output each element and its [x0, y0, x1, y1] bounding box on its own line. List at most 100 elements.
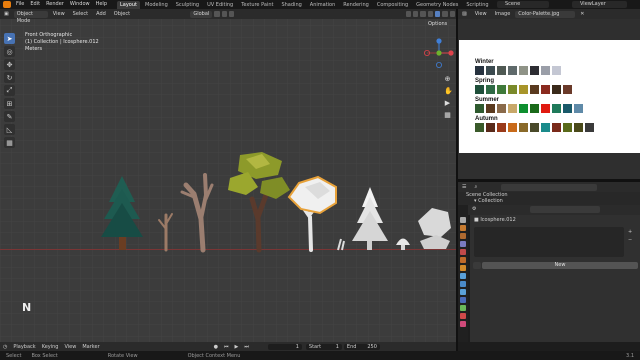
close-image-icon[interactable]: ✕	[577, 11, 587, 18]
tab-sculpting[interactable]: Sculpting	[173, 1, 202, 9]
snow-pine-model[interactable]	[352, 187, 388, 250]
mushroom-model[interactable]	[396, 238, 410, 251]
tab-modeling[interactable]: Modeling	[142, 1, 171, 9]
tab-scripting[interactable]: Scripting	[463, 1, 491, 9]
properties-tabs	[458, 205, 468, 342]
add-slot-icon[interactable]: +	[628, 229, 632, 235]
new-material-button[interactable]: New	[482, 262, 638, 269]
dead-tree-model[interactable]	[180, 173, 214, 253]
properties-editor-type-icon[interactable]: ⚙	[472, 206, 532, 213]
grass-sprout-model[interactable]	[337, 238, 345, 251]
timeline-header: ◷ Playback Keying View Marker ● ⏮ ▶ ⏭ 1 …	[0, 342, 456, 351]
hint-rotate-view: Rotate View	[107, 352, 138, 359]
view-layer-tab-icon[interactable]	[460, 241, 466, 247]
menu-image[interactable]: Image	[492, 11, 514, 18]
tool-tab-icon[interactable]	[460, 217, 466, 223]
modifier-tab-icon[interactable]	[460, 273, 466, 279]
menu-marker[interactable]: Marker	[79, 344, 102, 350]
color-swatch	[497, 66, 506, 75]
image-editor-type-icon[interactable]: ▨	[459, 11, 470, 18]
white-tree-model[interactable]	[287, 175, 337, 252]
pine-tree-model[interactable]	[101, 176, 143, 250]
jump-end-icon[interactable]: ⏭	[241, 344, 252, 350]
color-swatch	[563, 104, 572, 113]
play-icon[interactable]: ▶	[232, 344, 242, 350]
scene-objects	[101, 152, 451, 253]
outliner-type-icon[interactable]: ☰	[459, 184, 469, 191]
world-tab-icon[interactable]	[460, 257, 466, 263]
start-frame-field[interactable]: Start 1	[305, 343, 342, 350]
current-frame-field[interactable]: 1	[267, 343, 302, 350]
object-name-label: ■ Icosphere.012	[474, 217, 516, 223]
palette-swatch-row	[475, 123, 640, 132]
particles-tab-icon[interactable]	[460, 281, 466, 287]
color-swatch	[508, 123, 517, 132]
scene-tab-icon[interactable]	[460, 249, 466, 255]
menu-keying[interactable]: Keying	[39, 344, 62, 350]
outliner-header: ☰ ⌕	[458, 182, 640, 192]
view-layer-selector[interactable]: ViewLayer	[572, 1, 627, 8]
color-swatch	[530, 123, 539, 132]
tab-rendering[interactable]: Rendering	[340, 1, 372, 9]
color-swatch	[497, 123, 506, 132]
rock-model[interactable]	[418, 208, 451, 249]
material-tab-icon[interactable]	[460, 313, 466, 319]
menu-image-view[interactable]: View	[472, 11, 490, 18]
north-label: N	[22, 301, 32, 314]
scene-selector[interactable]: Scene	[497, 1, 549, 8]
menu-file[interactable]: File	[13, 0, 27, 9]
tab-uv-editing[interactable]: UV Editing	[204, 1, 236, 9]
tab-animation[interactable]: Animation	[307, 1, 339, 9]
palette-title-winter: Winter	[475, 59, 494, 65]
data-tab-icon[interactable]	[460, 305, 466, 311]
remove-slot-icon[interactable]: −	[628, 237, 632, 243]
scene-name: Scene	[505, 1, 521, 7]
tab-compositing[interactable]: Compositing	[374, 1, 411, 9]
color-swatch	[574, 104, 583, 113]
outliner-item-collection[interactable]: ▾ Collection	[458, 198, 640, 204]
color-swatch	[508, 66, 517, 75]
texture-tab-icon[interactable]	[460, 321, 466, 327]
color-swatch	[541, 123, 550, 132]
object-tab-icon[interactable]	[460, 265, 466, 271]
blender-logo-icon[interactable]	[3, 1, 11, 8]
menu-playback[interactable]: Playback	[10, 344, 38, 350]
menu-window[interactable]: Window	[67, 0, 93, 9]
jump-start-icon[interactable]: ⏮	[221, 344, 232, 350]
image-editor-header: ▨ View Image Color-Palette.jpg ✕	[458, 9, 640, 19]
color-swatch	[497, 85, 506, 94]
material-slot-list[interactable]	[474, 227, 624, 257]
physics-tab-icon[interactable]	[460, 289, 466, 295]
browse-material-icon[interactable]	[473, 262, 481, 269]
leafy-tree-model[interactable]	[228, 152, 290, 253]
properties-search-input[interactable]	[530, 206, 600, 213]
color-swatch	[563, 123, 572, 132]
tab-shading[interactable]: Shading	[278, 1, 304, 9]
palette-title-autumn: Autumn	[475, 116, 498, 122]
auto-key-icon[interactable]: ●	[211, 344, 221, 350]
tab-layout[interactable]: Layout	[117, 0, 140, 9]
menu-edit[interactable]: Edit	[27, 0, 43, 9]
render-tab-icon[interactable]	[460, 225, 466, 231]
palette-title-summer: Summer	[475, 97, 500, 103]
menu-timeline-view[interactable]: View	[61, 344, 79, 350]
menu-render[interactable]: Render	[43, 0, 67, 9]
tab-geometry-nodes[interactable]: Geometry Nodes	[413, 1, 461, 9]
color-swatch	[552, 66, 561, 75]
bare-sapling-model[interactable]	[158, 213, 173, 252]
timeline-editor-icon[interactable]: ◷	[0, 344, 10, 350]
constraints-tab-icon[interactable]	[460, 297, 466, 303]
status-bar: Select Box Select Rotate View Object Con…	[0, 351, 640, 360]
color-swatch	[486, 66, 495, 75]
end-frame-field[interactable]: End 250	[343, 343, 380, 350]
end-label: End	[346, 343, 357, 350]
tab-texture-paint[interactable]: Texture Paint	[238, 1, 276, 9]
output-tab-icon[interactable]	[460, 233, 466, 239]
menu-help[interactable]: Help	[93, 0, 110, 9]
color-swatch	[552, 104, 561, 113]
color-swatch	[508, 104, 517, 113]
image-selector[interactable]: Color-Palette.jpg	[515, 10, 576, 18]
filter-icon[interactable]: ⌕	[471, 184, 480, 191]
color-swatch	[486, 123, 495, 132]
outliner-search-input[interactable]	[501, 183, 598, 191]
